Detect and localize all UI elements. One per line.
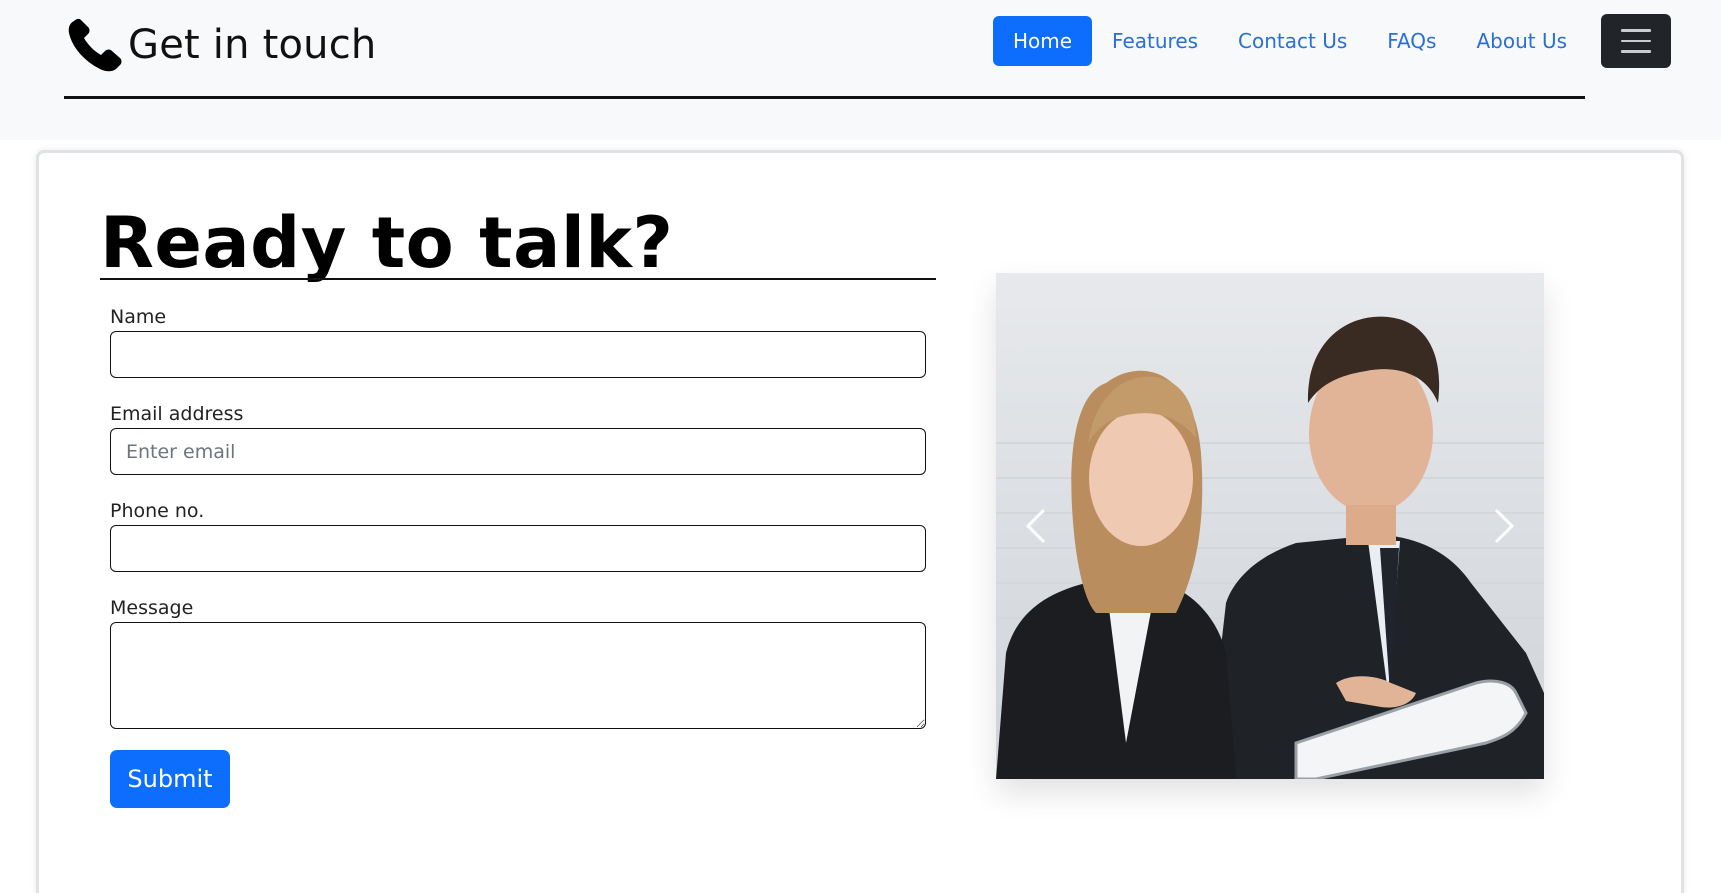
nav-contact-us[interactable]: Contact Us xyxy=(1218,16,1367,66)
email-label: Email address xyxy=(110,403,244,425)
navbar: Get in touch Home Features Contact Us FA… xyxy=(0,0,1721,140)
main-nav: Home Features Contact Us FAQs About Us xyxy=(992,14,1671,68)
carousel-photo xyxy=(996,273,1544,779)
hamburger-menu-icon[interactable] xyxy=(1601,14,1671,68)
email-field[interactable] xyxy=(110,428,926,475)
message-label: Message xyxy=(110,597,194,619)
nav-faqs[interactable]: FAQs xyxy=(1367,16,1456,66)
chevron-left-icon xyxy=(1025,508,1046,544)
brand[interactable]: Get in touch xyxy=(64,12,376,78)
header-divider xyxy=(64,96,1585,99)
message-field[interactable] xyxy=(110,622,926,729)
nav-about-us[interactable]: About Us xyxy=(1456,16,1587,66)
chevron-right-icon xyxy=(1494,508,1515,544)
submit-button[interactable]: Submit xyxy=(110,750,230,808)
name-label: Name xyxy=(110,306,167,328)
page-title: Ready to talk? xyxy=(100,202,674,284)
brand-title: Get in touch xyxy=(128,22,377,68)
name-field[interactable] xyxy=(110,331,926,378)
carousel-next-button[interactable] xyxy=(1464,273,1544,779)
nav-features[interactable]: Features xyxy=(1092,16,1218,66)
title-divider xyxy=(100,278,936,280)
image-carousel xyxy=(996,273,1544,779)
phone-field[interactable] xyxy=(110,525,926,572)
carousel-prev-button[interactable] xyxy=(996,273,1076,779)
nav-home[interactable]: Home xyxy=(992,16,1093,66)
phone-icon xyxy=(68,18,122,72)
phone-label: Phone no. xyxy=(110,500,205,522)
